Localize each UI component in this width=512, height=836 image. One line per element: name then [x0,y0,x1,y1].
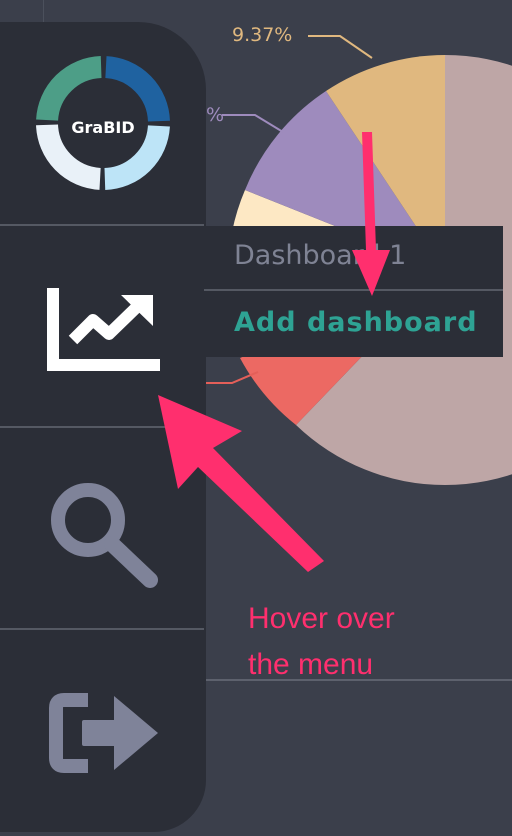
dropdown-item-dashboard-1[interactable]: Dashboard 1 [234,240,406,271]
sidebar-item-search[interactable] [0,428,206,628]
annotation-line-1: Hover over [248,602,395,635]
sidebar-item-dashboards[interactable] [0,226,206,426]
sidebar-logo[interactable]: GraBID [0,22,206,224]
annotation-line-2: the menu [248,648,374,681]
trending-up-chart-icon [47,288,160,371]
add-dashboard-button[interactable]: Add dashboard [234,307,478,338]
logo-text: GraBID [71,118,135,137]
sidebar-item-logout[interactable] [0,630,206,832]
sidebar: GraBID [0,22,206,832]
leader-line-orange [308,35,373,59]
dashboard-dropdown-menu: Dashboard 1 Add dashboard [204,226,503,357]
dropdown-divider [204,289,503,291]
leader-line-purple [222,114,284,133]
search-icon [51,483,158,588]
pie-label-purple-pct: % [206,104,225,126]
pie-label-orange-pct: 9.37% [232,24,293,46]
annotation-text: Hover over the menu [248,596,395,688]
logout-icon [49,693,158,773]
